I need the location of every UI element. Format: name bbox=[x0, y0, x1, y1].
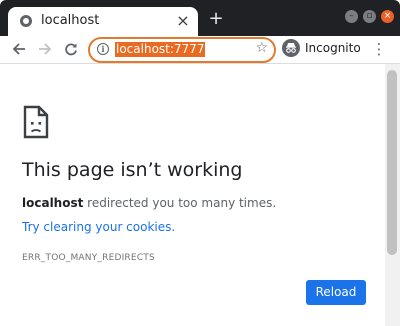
error-page: This page isn’t working localhost redire… bbox=[0, 64, 385, 326]
broken-document-icon bbox=[23, 105, 49, 143]
error-message: redirected you too many times. bbox=[83, 196, 277, 210]
incognito-icon[interactable] bbox=[282, 39, 300, 57]
scroll-thumb[interactable] bbox=[387, 70, 397, 255]
arrow-left-icon[interactable] bbox=[8, 38, 30, 60]
tab-strip: localhost × + – ▫ × bbox=[0, 0, 400, 36]
suggestion-suffix: . bbox=[171, 220, 176, 234]
star-icon[interactable]: ☆ bbox=[255, 40, 268, 56]
window-close-icon[interactable]: × bbox=[381, 10, 394, 23]
error-host: localhost bbox=[22, 196, 84, 210]
minimize-icon[interactable]: – bbox=[345, 10, 358, 23]
address-bar[interactable]: i localhost:7777 ☆ bbox=[88, 37, 276, 63]
scrollbar[interactable] bbox=[385, 64, 400, 326]
arrow-right-icon[interactable] bbox=[34, 38, 56, 60]
maximize-icon[interactable]: ▫ bbox=[363, 10, 376, 23]
url-text[interactable]: localhost:7777 bbox=[115, 42, 206, 57]
tab-title: localhost bbox=[41, 13, 100, 28]
incognito-label[interactable]: Incognito bbox=[305, 41, 361, 55]
error-title: This page isn’t working bbox=[22, 159, 243, 181]
browser-window: localhost × + – ▫ × i localhost:7777 ☆ I… bbox=[0, 0, 400, 326]
plus-icon[interactable]: + bbox=[206, 9, 226, 29]
close-icon[interactable]: × bbox=[174, 12, 192, 30]
tab-localhost[interactable]: localhost × bbox=[8, 7, 198, 36]
suggestion: Try clearing your cookies. bbox=[22, 220, 175, 234]
toolbar: i localhost:7777 ☆ Incognito ⋮ bbox=[0, 36, 400, 64]
reload-button[interactable]: Reload bbox=[306, 280, 366, 305]
reload-icon[interactable] bbox=[60, 38, 82, 60]
error-code: ERR_TOO_MANY_REDIRECTS bbox=[22, 253, 155, 263]
clear-cookies-link[interactable]: Try clearing your cookies bbox=[22, 220, 171, 234]
globe-icon bbox=[20, 15, 32, 27]
kebab-menu-icon[interactable]: ⋮ bbox=[371, 38, 387, 60]
error-description: localhost redirected you too many times. bbox=[22, 196, 276, 210]
info-icon[interactable]: i bbox=[97, 43, 109, 55]
